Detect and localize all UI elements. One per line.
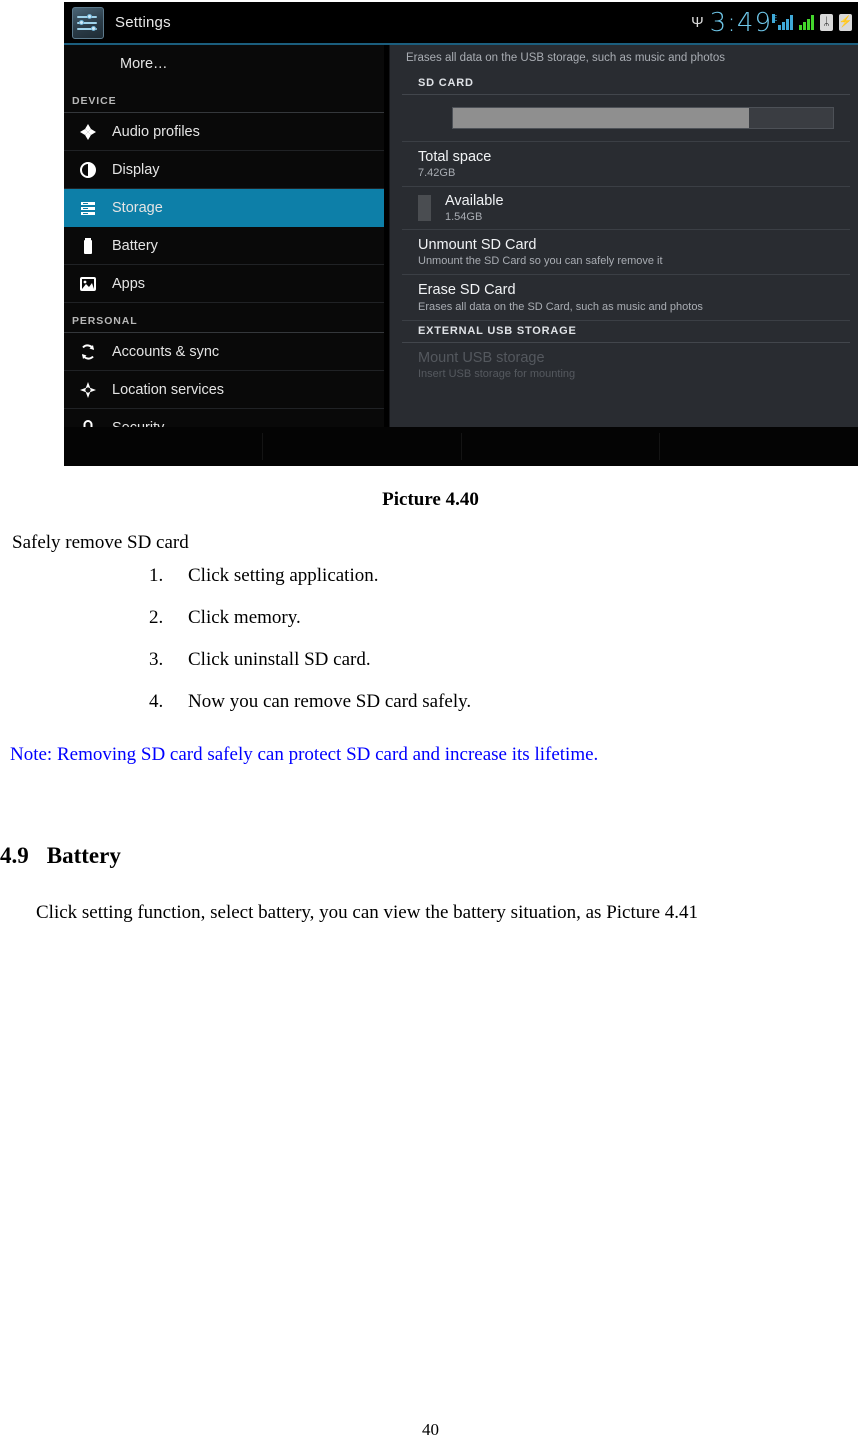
note-text: Note: Removing SD card safely can protec… bbox=[10, 744, 599, 765]
location-crosshair-icon bbox=[78, 380, 98, 400]
section-body-text: Click setting function, select battery, … bbox=[36, 902, 699, 923]
erase-sd-card-row[interactable]: Erase SD Card Erases all data on the SD … bbox=[402, 275, 850, 321]
mount-usb-storage-title: Mount USB storage bbox=[418, 349, 545, 366]
usb-icon: Ψ bbox=[691, 14, 704, 31]
usb-erase-note: Erases all data on the USB storage, such… bbox=[406, 52, 725, 64]
sidebar-item-label: Location services bbox=[112, 381, 225, 398]
unmount-sd-card-title: Unmount SD Card bbox=[418, 237, 537, 254]
settings-body: More… DEVICE Audio profiles Display Stor… bbox=[64, 45, 858, 427]
sidebar-item-label: Audio profiles bbox=[112, 123, 200, 140]
sync-icon bbox=[78, 342, 98, 362]
lock-icon bbox=[78, 418, 98, 427]
sidebar-item-display[interactable]: Display bbox=[64, 151, 384, 189]
action-bar: Settings Ψ 3:49 E ᛦ ⚡ bbox=[64, 2, 858, 45]
app-title: Settings bbox=[115, 14, 171, 31]
sidebar-item-more[interactable]: More… bbox=[64, 45, 384, 83]
sd-card-section-header: SD CARD bbox=[402, 73, 850, 95]
storage-usage-bar-wrap bbox=[402, 95, 850, 142]
mount-usb-storage-row: Mount USB storage Insert USB storage for… bbox=[402, 343, 850, 387]
sidebar-item-storage[interactable]: Storage bbox=[64, 189, 384, 227]
available-value: 1.54GB bbox=[445, 211, 483, 224]
mount-usb-storage-subtitle: Insert USB storage for mounting bbox=[418, 367, 576, 380]
settings-sidebar[interactable]: More… DEVICE Audio profiles Display Stor… bbox=[64, 45, 384, 427]
bluetooth-icon: ᛦ bbox=[820, 14, 833, 31]
available-row: Available 1.54GB bbox=[402, 187, 850, 231]
unmount-sd-card-subtitle: Unmount the SD Card so you can safely re… bbox=[418, 255, 663, 268]
erase-sd-card-subtitle: Erases all data on the SD Card, such as … bbox=[418, 300, 703, 313]
available-color-swatch bbox=[418, 194, 431, 221]
sidebar-item-label: Battery bbox=[112, 237, 158, 254]
display-brightness-icon bbox=[78, 160, 98, 180]
storage-usage-fill bbox=[453, 108, 750, 128]
sidebar-item-battery[interactable]: Battery bbox=[64, 227, 384, 265]
signal-bars-green-icon bbox=[799, 15, 814, 30]
section-title: Battery bbox=[46, 843, 121, 868]
nav-cell[interactable] bbox=[64, 433, 263, 460]
sidebar-item-label: Accounts & sync bbox=[112, 343, 220, 360]
storage-usage-bar bbox=[452, 107, 834, 129]
total-space-value: 7.42GB bbox=[418, 167, 456, 180]
external-usb-storage-header: EXTERNAL USB STORAGE bbox=[402, 321, 850, 343]
apps-image-icon bbox=[78, 274, 98, 294]
list-item: Click setting application. bbox=[168, 565, 471, 587]
storage-list-icon bbox=[78, 198, 98, 218]
sidebar-header-device: DEVICE bbox=[64, 83, 384, 113]
steps-list: Click setting application. Click memory.… bbox=[140, 565, 471, 733]
status-clock: 3:49 bbox=[709, 7, 772, 38]
sidebar-header-personal: PERSONAL bbox=[64, 303, 384, 333]
page-number: 40 bbox=[422, 1420, 439, 1439]
section-number: 4.9 bbox=[0, 843, 29, 868]
status-bar: Ψ 3:49 E ᛦ ⚡ bbox=[691, 2, 852, 43]
sidebar-item-label: Display bbox=[112, 161, 160, 178]
signal-bars-blue-icon: E bbox=[772, 14, 793, 30]
list-item: Click memory. bbox=[168, 607, 471, 629]
list-item: Click uninstall SD card. bbox=[168, 649, 471, 671]
sidebar-item-audio-profiles[interactable]: Audio profiles bbox=[64, 113, 384, 151]
android-settings-screenshot: Settings Ψ 3:49 E ᛦ ⚡ More… DEVICE Audio… bbox=[64, 2, 858, 466]
total-space-label: Total space bbox=[418, 149, 492, 165]
nav-cell[interactable] bbox=[660, 433, 858, 460]
section-heading: 4.9 Battery bbox=[0, 843, 121, 869]
list-item: Now you can remove SD card safely. bbox=[168, 691, 471, 713]
unmount-sd-card-row[interactable]: Unmount SD Card Unmount the SD Card so y… bbox=[402, 230, 850, 276]
battery-icon: ⚡ bbox=[839, 14, 852, 31]
figure-caption: Picture 4.40 bbox=[382, 489, 479, 510]
nav-cell[interactable] bbox=[263, 433, 462, 460]
storage-detail-panel: Erases all data on the USB storage, such… bbox=[389, 45, 858, 427]
settings-sliders-icon bbox=[72, 6, 104, 39]
sidebar-item-location-services[interactable]: Location services bbox=[64, 371, 384, 409]
system-navigation-bar[interactable] bbox=[64, 427, 858, 466]
sidebar-item-label: Apps bbox=[112, 275, 146, 292]
total-space-row: Total space 7.42GB bbox=[402, 142, 850, 188]
sidebar-item-accounts-sync[interactable]: Accounts & sync bbox=[64, 333, 384, 371]
available-label: Available bbox=[445, 193, 504, 210]
sidebar-item-security[interactable]: Security bbox=[64, 409, 384, 427]
sidebar-item-label: More… bbox=[120, 56, 168, 72]
erase-sd-card-title: Erase SD Card bbox=[418, 282, 516, 299]
section-lead-text: Safely remove SD card bbox=[12, 532, 189, 553]
edge-network-label: E bbox=[772, 14, 778, 23]
audio-profiles-icon bbox=[78, 122, 98, 142]
sidebar-item-label: Security bbox=[112, 420, 164, 428]
battery-icon bbox=[78, 236, 98, 256]
sidebar-item-apps[interactable]: Apps bbox=[64, 265, 384, 303]
sidebar-item-label: Storage bbox=[112, 200, 163, 216]
nav-cell[interactable] bbox=[462, 433, 661, 460]
